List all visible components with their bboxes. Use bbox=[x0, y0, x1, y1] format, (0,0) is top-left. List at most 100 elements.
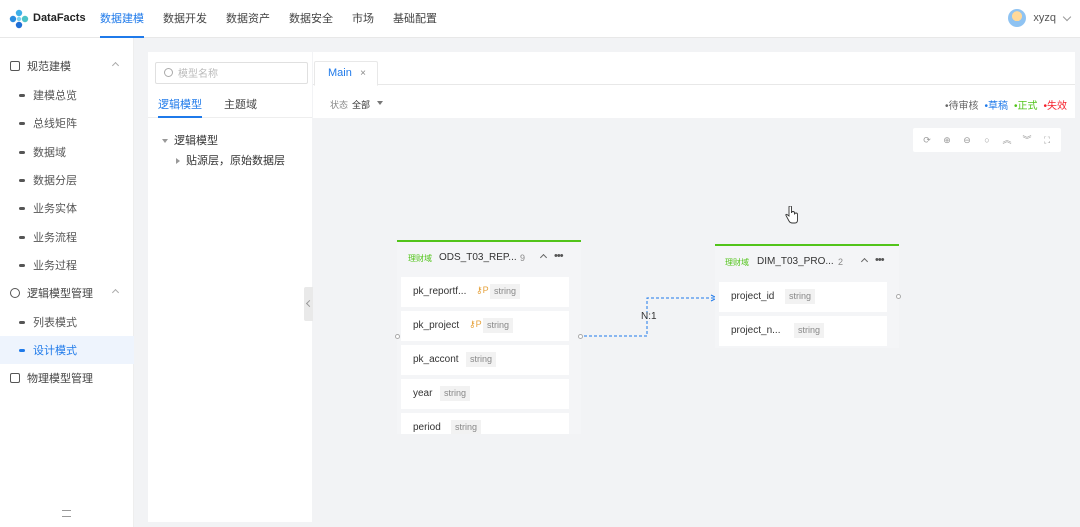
nav-data-development[interactable]: 数据开发 bbox=[163, 0, 207, 38]
field-name: pk_project bbox=[413, 320, 460, 331]
entity-domain-tag: 理财域 bbox=[408, 254, 432, 263]
relation-cardinality-label: N:1 bbox=[641, 311, 657, 322]
entity-card-dim[interactable]: 理财域 DIM_T03_PRO... 2 ••• project_id stri… bbox=[715, 244, 899, 348]
nav-data-modeling[interactable]: 数据建模 bbox=[100, 0, 144, 38]
field-row[interactable]: year string bbox=[401, 379, 569, 409]
main-nav: 数据建模 数据开发 数据资产 数据安全 市场 基础配置 bbox=[100, 0, 456, 38]
avatar[interactable] bbox=[1008, 9, 1027, 27]
entity-name: DIM_T03_PRO... bbox=[757, 256, 834, 267]
status-filter-select[interactable]: 全部 bbox=[352, 98, 370, 111]
bullet-icon bbox=[19, 348, 25, 352]
tree-node-ods-layer[interactable]: 贴源层，原始数据层 bbox=[176, 152, 285, 168]
datafacts-logo-icon[interactable] bbox=[9, 9, 29, 29]
entity-header: 理财域 ODS_T03_REP... 9 ••• bbox=[397, 240, 581, 270]
model-search-input[interactable] bbox=[178, 66, 303, 82]
sidebar-item-data-layer[interactable]: 数据分层 bbox=[0, 166, 134, 194]
entity-domain-tag: 理财域 bbox=[725, 258, 749, 267]
chevron-left-icon bbox=[305, 299, 314, 308]
model-tree-panel: 逻辑模型 主题域 逻辑模型 贴源层，原始数据层 bbox=[148, 52, 312, 522]
legend-official: •正式 bbox=[1013, 101, 1038, 112]
field-row[interactable]: pk_accont string bbox=[401, 345, 569, 375]
chevron-up-icon bbox=[111, 61, 120, 70]
tree-node-label: 逻辑模型 bbox=[174, 135, 218, 147]
field-key-label: P bbox=[475, 319, 482, 329]
tab-main[interactable]: Main × bbox=[314, 61, 378, 86]
field-row[interactable]: pk_project ⚷P string bbox=[401, 311, 569, 341]
sidebar-item-label: 建模总览 bbox=[33, 90, 77, 102]
search-icon bbox=[164, 68, 173, 77]
building-icon bbox=[10, 61, 20, 71]
nav-market[interactable]: 市场 bbox=[352, 0, 374, 38]
sidebar-group-physical-model[interactable]: 物理模型管理 bbox=[0, 364, 134, 392]
database-icon bbox=[10, 373, 20, 383]
sidebar-group-logic-model[interactable]: 逻辑模型管理 bbox=[0, 279, 134, 307]
field-type: string bbox=[440, 386, 471, 401]
nav-data-assets[interactable]: 数据资产 bbox=[226, 0, 270, 38]
legend-invalid: •失效 bbox=[1043, 101, 1067, 112]
tab-subject-domain[interactable]: 主题域 bbox=[224, 96, 257, 118]
field-row[interactable]: project_n... string bbox=[719, 316, 887, 346]
field-row[interactable]: period string bbox=[401, 413, 569, 434]
sidebar-item-business-flow[interactable]: 业务流程 bbox=[0, 223, 134, 251]
bullet-icon bbox=[19, 263, 25, 267]
primary-key-icon: ⚷P bbox=[476, 285, 489, 295]
sidebar-item-data-domain[interactable]: 数据域 bbox=[0, 138, 134, 166]
collapse-menu-icon[interactable] bbox=[62, 510, 71, 517]
sidebar-item-design-mode[interactable]: 设计模式 bbox=[0, 336, 134, 364]
user-name: xyzq bbox=[1033, 12, 1056, 24]
more-icon[interactable]: ••• bbox=[875, 254, 885, 266]
sidebar-item-business-entity[interactable]: 业务实体 bbox=[0, 194, 134, 222]
sidebar-group-standard-modeling[interactable]: 规范建模 bbox=[0, 52, 134, 80]
sidebar-item-business-process[interactable]: 业务过程 bbox=[0, 251, 134, 279]
bullet-icon bbox=[19, 178, 25, 182]
connection-port[interactable] bbox=[395, 334, 400, 339]
tab-logic-model[interactable]: 逻辑模型 bbox=[158, 96, 202, 118]
tree-node-root[interactable]: 逻辑模型 bbox=[162, 132, 218, 148]
collapse-up-icon[interactable] bbox=[860, 257, 869, 266]
sidebar-item-label: 总线矩阵 bbox=[33, 118, 77, 130]
brand-name: DataFacts bbox=[33, 12, 86, 24]
status-filter-bar: 状态 全部 •待审核 •草稿 •正式 •失效 bbox=[313, 90, 1075, 114]
chevron-up-icon bbox=[111, 288, 120, 297]
more-icon[interactable]: ••• bbox=[554, 250, 564, 262]
editor-tabbar: Main × bbox=[313, 60, 1075, 86]
status-legend: •待审核 •草稿 •正式 •失效 bbox=[939, 97, 1067, 112]
top-navbar: DataFacts 数据建模 数据开发 数据资产 数据安全 市场 基础配置 xy… bbox=[0, 0, 1080, 38]
connection-port[interactable] bbox=[578, 334, 583, 339]
user-menu[interactable]: xyzq bbox=[1008, 9, 1072, 27]
field-key-label: P bbox=[482, 285, 489, 295]
legend-pending: •待审核 bbox=[944, 101, 979, 112]
field-name: pk_reportf... bbox=[413, 286, 467, 297]
tab-main-label: Main bbox=[328, 67, 352, 79]
tree-node-label: 贴源层，原始数据层 bbox=[186, 155, 285, 167]
collapse-up-icon[interactable] bbox=[539, 253, 548, 262]
field-type: string bbox=[466, 352, 497, 367]
status-filter-label: 状态 bbox=[330, 100, 349, 110]
entity-card-ods[interactable]: 理财域 ODS_T03_REP... 9 ••• pk_reportf... ⚷… bbox=[397, 240, 581, 434]
sidebar-item-overview[interactable]: 建模总览 bbox=[0, 81, 134, 109]
nav-data-security[interactable]: 数据安全 bbox=[289, 0, 333, 38]
sidebar-item-label: 列表模式 bbox=[33, 317, 77, 329]
entity-name: ODS_T03_REP... bbox=[439, 252, 517, 263]
er-canvas[interactable]: ⟳ ⊕ ⊖ ○ ︽ ︾ ⛶ N:1 理财域 ODS_T03_REP... 9 •… bbox=[313, 118, 1075, 522]
field-type: string bbox=[490, 284, 521, 299]
field-row[interactable]: project_id string bbox=[719, 282, 887, 312]
caret-down-icon[interactable] bbox=[162, 139, 168, 144]
caret-right-icon[interactable] bbox=[176, 158, 180, 165]
sidebar-item-bus-matrix[interactable]: 总线矩阵 bbox=[0, 109, 134, 137]
field-name: project_id bbox=[731, 291, 775, 302]
field-name: year bbox=[413, 388, 433, 399]
model-search[interactable] bbox=[155, 62, 308, 84]
connection-port[interactable] bbox=[896, 294, 901, 299]
sidebar-group-label: 物理模型管理 bbox=[27, 373, 93, 385]
close-icon[interactable]: × bbox=[360, 62, 366, 85]
field-row[interactable]: pk_reportf... ⚷P string bbox=[401, 277, 569, 307]
nav-base-config[interactable]: 基础配置 bbox=[393, 0, 437, 38]
caret-down-icon[interactable] bbox=[377, 101, 383, 105]
chevron-down-icon[interactable] bbox=[1062, 12, 1072, 21]
sidebar-item-list-mode[interactable]: 列表模式 bbox=[0, 308, 134, 336]
field-name: pk_accont bbox=[413, 354, 459, 365]
primary-key-icon: ⚷P bbox=[469, 319, 482, 329]
sidebar-item-label: 数据分层 bbox=[33, 175, 77, 187]
sidebar-item-label: 业务过程 bbox=[33, 260, 77, 272]
